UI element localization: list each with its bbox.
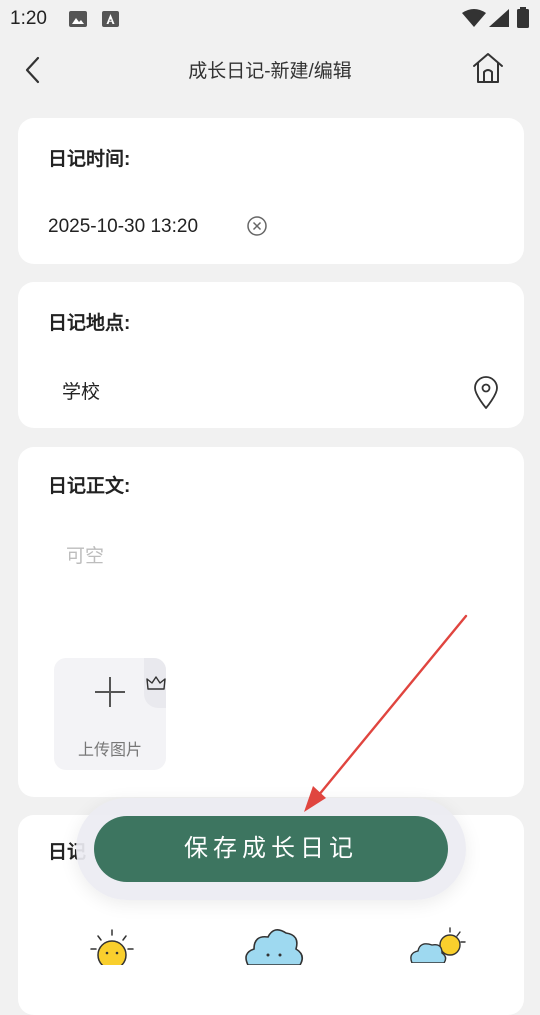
status-bar: 1:20 [0, 0, 540, 36]
clear-time-icon[interactable] [246, 215, 268, 237]
diary-time-value[interactable]: 2025-10-30 13:20 [48, 216, 198, 238]
location-input[interactable] [62, 379, 442, 401]
upload-image-button[interactable]: 上传图片 [54, 658, 166, 770]
home-icon[interactable] [470, 50, 506, 86]
title-bar: 成长日记-新建/编辑 [0, 36, 540, 102]
vip-badge [144, 658, 166, 708]
crown-icon [146, 676, 166, 690]
status-time: 1:20 [10, 8, 47, 29]
text-notification-icon [102, 11, 119, 27]
cloudy-icon[interactable] [240, 925, 306, 965]
image-notification-icon [69, 11, 87, 27]
diary-body-card: 日记正文: 上传图片 [18, 447, 524, 797]
cellular-signal-icon [489, 9, 509, 27]
diary-time-label: 日记时间: [48, 149, 131, 170]
partly-cloudy-icon[interactable] [408, 927, 470, 963]
location-pin-icon[interactable] [472, 376, 500, 410]
diary-location-label: 日记地点: [48, 313, 131, 334]
save-button-container: 保存成长日记 [76, 798, 466, 900]
upload-image-label: 上传图片 [77, 742, 142, 759]
diary-location-card: 日记地点: [18, 282, 524, 428]
diary-body-label: 日记正文: [48, 476, 131, 497]
save-diary-button[interactable]: 保存成长日记 [94, 816, 448, 882]
diary-body-textarea[interactable] [66, 541, 486, 651]
battery-icon [517, 7, 529, 28]
diary-time-card: 日记时间: 2025-10-30 13:20 [18, 118, 524, 264]
page-title: 成长日记-新建/编辑 [188, 61, 352, 82]
wifi-icon [462, 9, 486, 27]
plus-icon [95, 677, 125, 707]
